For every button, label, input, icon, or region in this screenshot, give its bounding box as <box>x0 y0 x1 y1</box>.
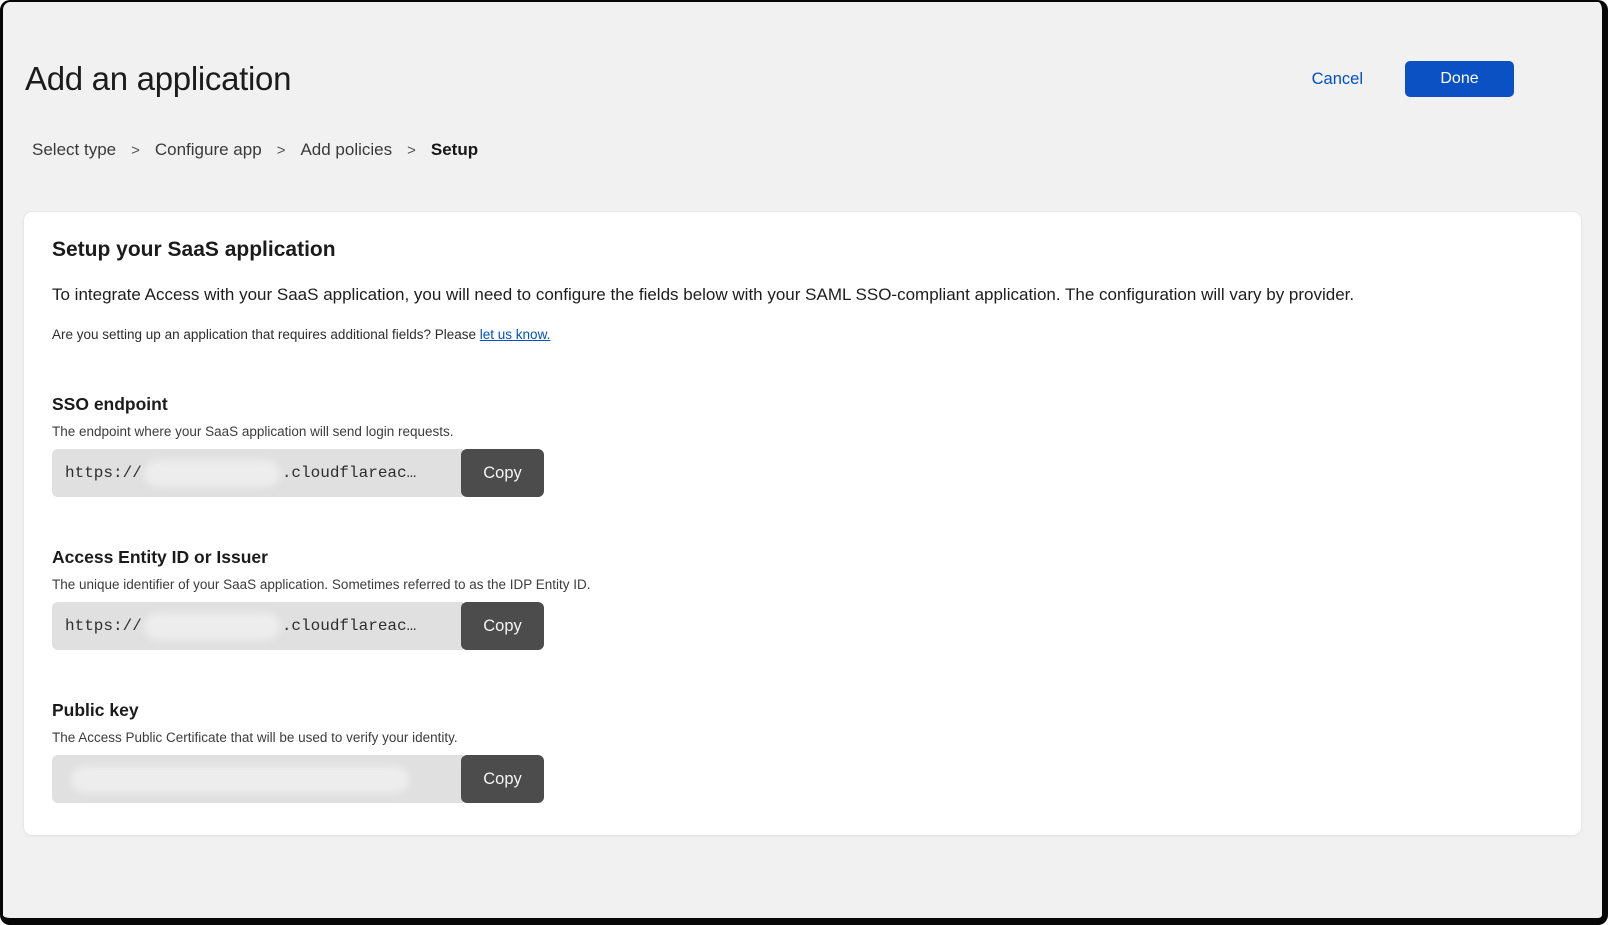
page-header: Add an application Cancel Done <box>23 2 1582 98</box>
value-suffix: .cloudflareac… <box>282 464 416 482</box>
done-button[interactable]: Done <box>1405 61 1514 97</box>
public-key-value <box>52 755 463 803</box>
section-title: SSO endpoint <box>52 394 1551 415</box>
note-text: Are you setting up an application that r… <box>52 327 480 342</box>
page-title: Add an application <box>25 60 291 98</box>
breadcrumb-separator: > <box>131 142 140 159</box>
breadcrumb-item-select-type[interactable]: Select type <box>32 140 116 160</box>
section-title: Public key <box>52 700 1551 721</box>
copy-button[interactable]: Copy <box>461 449 544 497</box>
breadcrumb-item-configure-app[interactable]: Configure app <box>155 140 262 160</box>
redacted-value <box>144 613 280 640</box>
copy-button[interactable]: Copy <box>461 602 544 650</box>
window-frame: Add an application Cancel Done Select ty… <box>0 0 1608 925</box>
additional-fields-note: Are you setting up an application that r… <box>52 327 1551 342</box>
redacted-value <box>144 460 280 487</box>
access-entity-id-value: https:// .cloudflareac… <box>52 602 463 650</box>
breadcrumb-item-add-policies[interactable]: Add policies <box>300 140 392 160</box>
breadcrumb: Select type > Configure app > Add polici… <box>32 140 1582 160</box>
public-key-field: Copy <box>52 755 544 803</box>
sso-endpoint-value: https:// .cloudflareac… <box>52 449 463 497</box>
card-description: To integrate Access with your SaaS appli… <box>52 285 1551 305</box>
section-description: The Access Public Certificate that will … <box>52 730 1551 745</box>
section-description: The unique identifier of your SaaS appli… <box>52 577 1551 592</box>
copy-button[interactable]: Copy <box>461 755 544 803</box>
value-prefix: https:// <box>65 464 142 482</box>
breadcrumb-item-setup[interactable]: Setup <box>431 140 478 160</box>
sso-endpoint-field: https:// .cloudflareac… Copy <box>52 449 544 497</box>
header-actions: Cancel Done <box>1312 61 1514 97</box>
section-public-key: Public key The Access Public Certificate… <box>52 700 1551 803</box>
page: Add an application Cancel Done Select ty… <box>3 2 1602 836</box>
setup-card: Setup your SaaS application To integrate… <box>23 211 1582 836</box>
let-us-know-link[interactable]: let us know. <box>480 327 551 342</box>
section-title: Access Entity ID or Issuer <box>52 547 1551 568</box>
value-prefix: https:// <box>65 617 142 635</box>
section-sso-endpoint: SSO endpoint The endpoint where your Saa… <box>52 394 1551 497</box>
value-suffix: .cloudflareac… <box>282 617 416 635</box>
redacted-value <box>71 766 409 793</box>
card-title: Setup your SaaS application <box>52 238 1551 262</box>
section-access-entity-id: Access Entity ID or Issuer The unique id… <box>52 547 1551 650</box>
cancel-button[interactable]: Cancel <box>1312 70 1363 89</box>
breadcrumb-separator: > <box>277 142 286 159</box>
access-entity-id-field: https:// .cloudflareac… Copy <box>52 602 544 650</box>
breadcrumb-separator: > <box>407 142 416 159</box>
section-description: The endpoint where your SaaS application… <box>52 424 1551 439</box>
